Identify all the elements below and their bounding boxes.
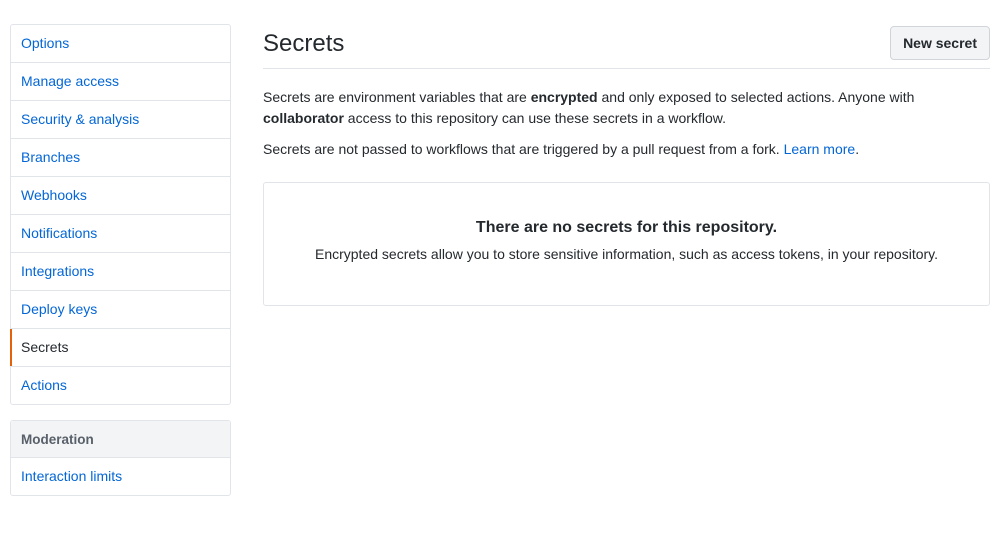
- sidebar-item-security-analysis[interactable]: Security & analysis: [11, 101, 230, 139]
- sidebar-item-webhooks[interactable]: Webhooks: [11, 177, 230, 215]
- description-text-3: access to this repository can use these …: [343, 110, 726, 126]
- sidebar-item-manage-access[interactable]: Manage access: [11, 63, 230, 101]
- description-text-2: and only exposed to selected actions. An…: [597, 89, 915, 105]
- description-bold-collaborator: collaborator: [263, 110, 344, 126]
- subhead: Secrets New secret: [263, 24, 990, 69]
- description-bold-encrypted: encrypted: [530, 89, 598, 105]
- settings-menu: Options Manage access Security & analysi…: [10, 24, 231, 405]
- fork-note-end: .: [855, 141, 860, 157]
- settings-sidebar: Options Manage access Security & analysi…: [10, 24, 231, 511]
- sidebar-item-notifications[interactable]: Notifications: [11, 215, 230, 253]
- sidebar-item-secrets[interactable]: Secrets: [10, 329, 230, 367]
- sidebar-item-integrations[interactable]: Integrations: [11, 253, 230, 291]
- moderation-menu: Moderation Interaction limits: [10, 420, 231, 496]
- sidebar-item-options[interactable]: Options: [11, 25, 230, 63]
- sidebar-item-deploy-keys[interactable]: Deploy keys: [11, 291, 230, 329]
- learn-more-link[interactable]: Learn more: [784, 141, 856, 157]
- moderation-heading: Moderation: [11, 421, 230, 458]
- new-secret-button[interactable]: New secret: [890, 26, 990, 60]
- sidebar-item-actions[interactable]: Actions: [11, 367, 230, 404]
- main-content: Secrets New secret Secrets are environme…: [263, 24, 990, 306]
- description-text-1: Secrets are environment variables that a…: [263, 89, 531, 105]
- fork-note: Secrets are not passed to workflows that…: [263, 139, 990, 160]
- empty-state-box: There are no secrets for this repository…: [263, 182, 990, 306]
- sidebar-item-interaction-limits[interactable]: Interaction limits: [11, 458, 230, 495]
- empty-state-text: Encrypted secrets allow you to store sen…: [314, 246, 939, 262]
- page-title: Secrets: [263, 30, 345, 57]
- fork-note-text: Secrets are not passed to workflows that…: [263, 141, 784, 157]
- sidebar-item-branches[interactable]: Branches: [11, 139, 230, 177]
- empty-state-title: There are no secrets for this repository…: [475, 219, 778, 236]
- secrets-description: Secrets are environment variables that a…: [263, 87, 990, 129]
